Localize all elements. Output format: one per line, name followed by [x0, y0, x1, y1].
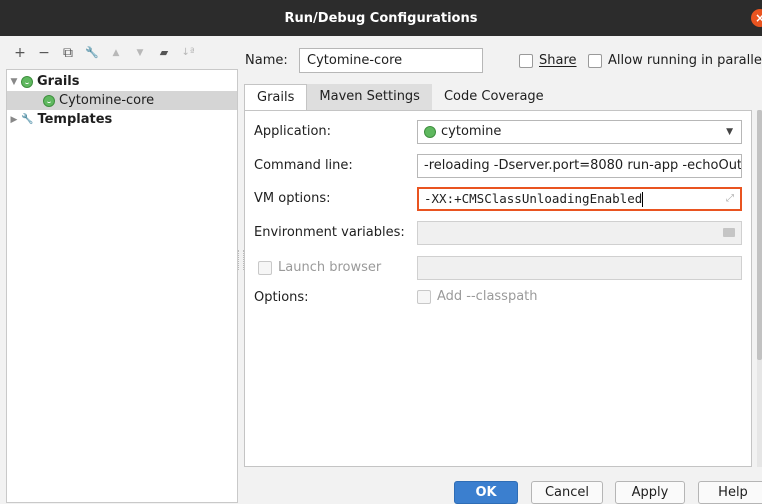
environment-variables-input[interactable] [417, 221, 742, 245]
tree-item-label: Grails [37, 74, 80, 89]
environment-variables-label: Environment variables: [254, 225, 405, 240]
application-label: Application: [254, 124, 332, 139]
grails-icon [21, 75, 33, 88]
checkbox-box[interactable] [417, 289, 431, 304]
apply-button[interactable]: Apply [615, 481, 685, 504]
minus-icon[interactable]: − [34, 43, 54, 63]
collapse-caret-icon[interactable]: ▶ [7, 115, 21, 125]
copy-icon[interactable]: ⧉ [58, 43, 78, 63]
command-line-input[interactable]: -reloading -Dserver.port=8080 run-app -e… [417, 154, 742, 178]
tab-code-coverage[interactable]: Code Coverage [432, 84, 556, 110]
scrollbar-thumb[interactable] [757, 110, 762, 360]
arrow-down-icon[interactable]: ▼ [130, 43, 150, 63]
expand-icon[interactable]: ⤢ [726, 193, 734, 204]
launch-browser-checkbox[interactable]: Launch browser [258, 260, 381, 275]
share-checkbox[interactable]: Share [519, 53, 577, 68]
tree-item-label: Templates [37, 112, 113, 127]
tab-grails[interactable]: Grails [244, 84, 308, 110]
grails-icon [43, 94, 55, 107]
name-label: Name: [245, 53, 288, 68]
arrow-up-icon[interactable]: ▲ [106, 43, 126, 63]
checkbox-box[interactable] [258, 260, 272, 275]
browser-url-input[interactable] [417, 256, 742, 280]
configuration-tree[interactable]: ▼ Grails Cytomine-core ▶ 🔧 Templates [6, 69, 238, 503]
options-label: Options: [254, 290, 309, 305]
cancel-button[interactable]: Cancel [531, 481, 603, 504]
vm-options-input[interactable]: -XX:+CMSClassUnloadingEnabled ⤢ [417, 187, 742, 211]
vm-options-value: -XX:+CMSClassUnloadingEnabled [424, 191, 643, 206]
wrench-icon[interactable]: 🔧 [82, 43, 102, 63]
application-select[interactable]: cytomine ▼ [417, 120, 742, 144]
settings-tabs: Grails Maven Settings Code Coverage [244, 84, 556, 110]
add-classpath-checkbox[interactable]: Add --classpath [417, 289, 538, 304]
tree-item-grails[interactable]: ▼ Grails [7, 72, 237, 91]
checkbox-box[interactable] [588, 53, 602, 68]
launch-browser-label: Launch browser [278, 260, 382, 275]
tab-maven-settings[interactable]: Maven Settings [307, 84, 432, 110]
text-cursor [642, 192, 644, 207]
allow-parallel-label: Allow running in paralle [608, 53, 762, 68]
title-bar: Run/Debug Configurations × [0, 0, 762, 36]
folder-icon[interactable]: ▰ [154, 43, 174, 63]
chevron-down-icon[interactable]: ▼ [726, 127, 733, 137]
configurations-toolbar: + − ⧉ 🔧 ▲ ▼ ▰ ↓ª [0, 36, 238, 69]
tree-item-cytomine-core[interactable]: Cytomine-core [7, 91, 237, 110]
share-label: Share [539, 53, 577, 68]
vm-options-label: VM options: [254, 191, 331, 206]
application-value: cytomine [441, 124, 502, 139]
close-icon[interactable]: × [751, 9, 762, 27]
allow-parallel-checkbox[interactable]: Allow running in paralle [588, 53, 762, 68]
wrench-icon: 🔧 [21, 114, 34, 125]
grails-app-icon [424, 125, 436, 138]
checkbox-box[interactable] [519, 53, 533, 68]
add-classpath-label: Add --classpath [437, 289, 538, 304]
folder-icon[interactable] [723, 228, 735, 237]
window-title: Run/Debug Configurations [284, 10, 478, 26]
help-button[interactable]: Help [698, 481, 762, 504]
name-input[interactable]: Cytomine-core [299, 48, 483, 73]
tree-item-label: Cytomine-core [59, 93, 155, 108]
command-line-label: Command line: [254, 158, 353, 173]
sort-icon[interactable]: ↓ª [178, 43, 198, 63]
ok-button[interactable]: OK [454, 481, 518, 504]
plus-icon[interactable]: + [10, 43, 30, 63]
tree-item-templates[interactable]: ▶ 🔧 Templates [7, 110, 237, 129]
expand-caret-icon[interactable]: ▼ [7, 77, 21, 87]
grails-settings-panel: Application: cytomine ▼ Command line: -r… [244, 110, 752, 467]
